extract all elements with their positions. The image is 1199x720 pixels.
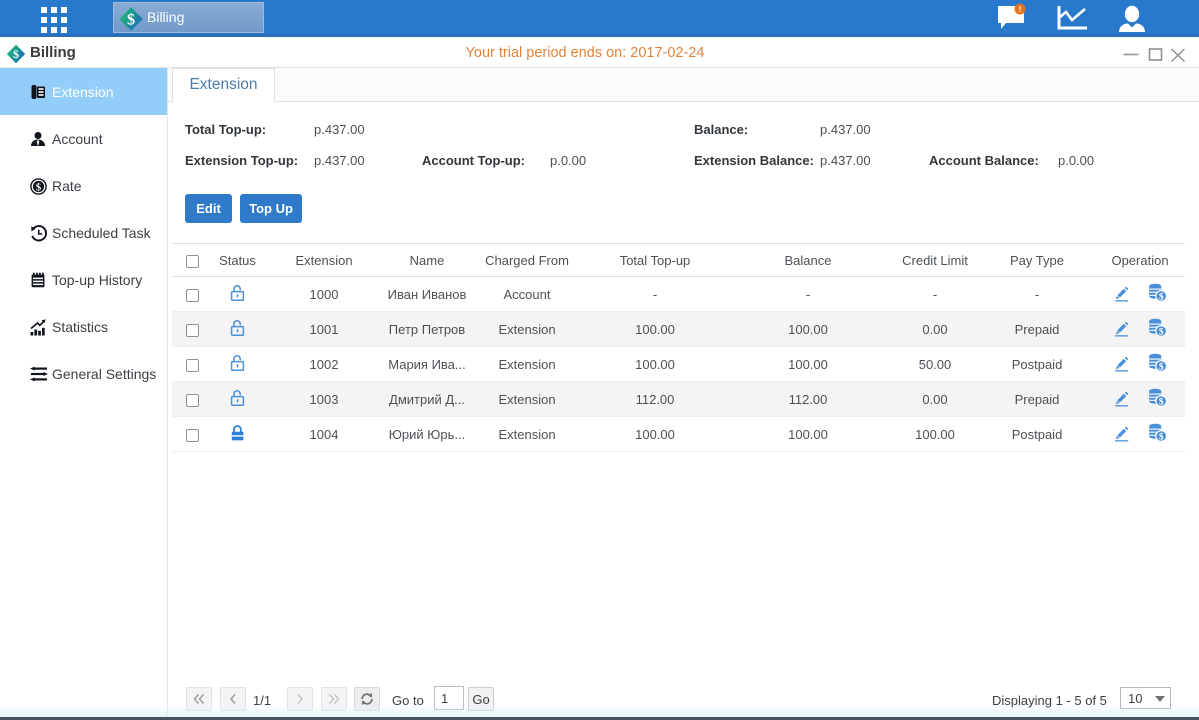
- svg-text:$: $: [127, 12, 135, 29]
- svg-text:$: $: [1159, 361, 1164, 372]
- svg-text:!: !: [1019, 5, 1022, 14]
- svg-text:$: $: [36, 182, 41, 193]
- svg-text:$: $: [1159, 396, 1164, 407]
- svg-text:$: $: [1159, 431, 1164, 442]
- svg-text:$: $: [1159, 291, 1164, 302]
- svg-text:$: $: [1159, 326, 1164, 337]
